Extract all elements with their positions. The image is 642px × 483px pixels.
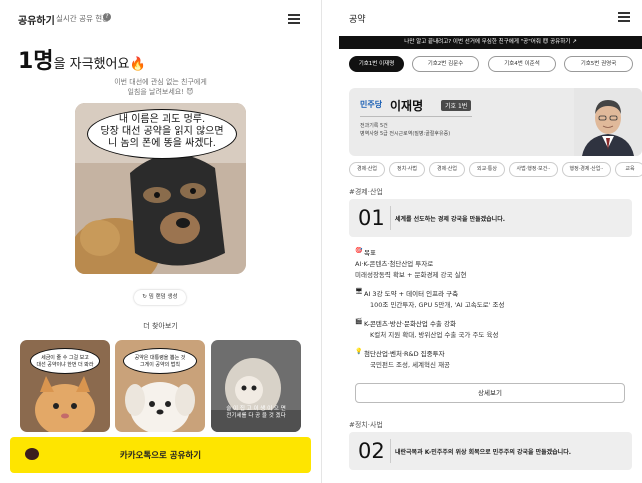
main-meme-image[interactable]: 내 이름은 괴도 멍루. 당장 대선 공약을 읽지 않으면 니 놈의 폰에 똥을… — [75, 103, 246, 274]
category-chip[interactable]: 정치·사법 — [389, 162, 425, 177]
promise-card: 02 내란극복과 K-민주주의 위상 회복으로 민주주의 강국을 만들겠습니다. — [349, 432, 632, 470]
promise-number: 01 — [358, 206, 385, 230]
thumbnail-caption-line: 그게이 공약의 법칙 — [140, 361, 180, 368]
target-icon: 🎯 — [355, 247, 363, 254]
meme-caption-line: 니 놈의 폰에 똥을 싸겠다. — [108, 138, 216, 149]
computer-icon: 🖥 — [355, 288, 363, 295]
share-count: 1명 — [18, 49, 54, 74]
meme-thumbnail-puppy[interactable]: 공약은 대통령을 뽑는 것 그게이 공약의 법칙 — [115, 340, 205, 432]
more-label: 더 찾아보기 — [143, 322, 178, 330]
category-chip[interactable]: 행정·경제·산업·· — [562, 162, 611, 177]
criminal-record: 전과기록 5건 — [360, 123, 388, 129]
share-count-headline: 1명을 자극했어요🔥 — [18, 43, 146, 75]
kakao-share-label: 카카오톡으로 공유하기 — [119, 451, 202, 461]
tab-candidate-4[interactable]: 기호4번 이준석 — [488, 56, 556, 72]
promise-text: 내란극복과 K-민주주의 위상 회복으로 민주주의 강국을 만들겠습니다. — [395, 449, 571, 456]
description-line-1: 이번 대선에 관심 없는 친구에게 — [114, 78, 207, 86]
candidate-number-badge: 기호 1번 — [441, 100, 472, 111]
thumbnail-caption-line: 전기세를 다 공 을 것 겠다 — [226, 413, 286, 419]
candidate-card: 민주당 이재명 기호 1번 전과기록 5건 병역사항 5급 전시근로역(질병:골… — [349, 88, 642, 156]
meme-caption-line: 내 이름은 괴도 멍루. — [118, 114, 206, 125]
promise-text: 세계를 선도하는 경제 강국을 만들겠습니다. — [395, 216, 505, 223]
detail-button[interactable]: 상세보기 — [355, 383, 625, 403]
candidate-name: 이재명 — [390, 99, 424, 113]
page-title: 공유하기 — [18, 16, 55, 27]
info-icon[interactable]: ? — [103, 13, 111, 21]
share-panel: 공유하기 실시간 공유 현황 ? 1명을 자극했어요🔥 이번 대선에 관심 없는… — [0, 0, 321, 483]
military-service: 병역사항 5급 전시근로역(질병:골절후유증) — [360, 131, 451, 137]
share-header: 공유하기 실시간 공유 현황 ? — [0, 0, 321, 36]
menu-icon[interactable] — [618, 12, 630, 22]
category-chip[interactable]: 교육 — [615, 162, 642, 177]
category-chip[interactable]: 경제·산업 — [349, 162, 385, 177]
category-chip[interactable]: 외교·통상 — [469, 162, 505, 177]
clapperboard-icon: 🎬 — [355, 318, 363, 325]
live-share-status: 실시간 공유 현황 — [56, 14, 110, 23]
section-tag: #경제·산업 — [349, 188, 383, 196]
promise-item-title: AI 3강 도약 + 데이터 인프라 구축 — [364, 290, 459, 298]
tab-candidate-5[interactable]: 기호5번 권영국 — [564, 56, 633, 72]
thumbnail-caption: 세금이 줄 수 그걸 보고 대선 공약이냐 한번 더 봐라 — [30, 348, 100, 374]
candidate-portrait — [574, 88, 642, 156]
promise-item-line: 100조 민간투자, GPU 5만개, 'AI 고속도로' 조성 — [370, 301, 505, 309]
category-chip[interactable]: 경제·산업 — [429, 162, 465, 177]
thumbnail-caption-line: 대선 공약이냐 한번 더 봐라 — [36, 361, 94, 368]
fire-icon: 🔥 — [129, 57, 146, 72]
thumbnail-caption: 술 이 집 고 이 생 이 으 면 전기세를 다 공 을 것 겠다 — [215, 406, 297, 420]
thumbnail-caption-line: 세금이 줄 수 그걸 보고 — [41, 355, 89, 361]
promise-number: 02 — [358, 439, 385, 463]
random-meme-button[interactable]: ↻ 밈 랜덤 생성 — [134, 290, 186, 305]
tab-candidate-1[interactable]: 기호1번 이재명 — [349, 56, 404, 72]
share-banner[interactable]: 나만 알고 끝내려고? 이번 선거에 무심한 친구에게 "공"어줘 😈 공유하기… — [339, 36, 642, 49]
thumbnail-caption: 공약은 대통령을 뽑는 것 그게이 공약의 법칙 — [123, 348, 197, 374]
tab-candidate-2[interactable]: 기호2번 김문수 — [412, 56, 479, 72]
lightbulb-icon: 💡 — [355, 348, 363, 355]
meme-caption: 내 이름은 괴도 멍루. 당장 대선 공약을 읽지 않으면 니 놈의 폰에 똥을… — [85, 114, 239, 150]
thumbnail-caption-line: 공약은 대통령을 뽑는 것 — [134, 355, 186, 361]
promise-item-line: AI·K-콘텐츠·첨단산업 투자로 — [355, 260, 434, 268]
promise-separator — [390, 206, 391, 230]
meme-thumbnail-cat[interactable]: 세금이 줄 수 그걸 보고 대선 공약이냐 한번 더 봐라 — [20, 340, 110, 432]
pledges-panel: 공약 나만 알고 끝내려고? 이번 선거에 무심한 친구에게 "공"어줘 😈 공… — [322, 0, 642, 483]
promise-item-line: 미래성장동력 확보 + 문화경제 강국 실현 — [355, 271, 467, 279]
promise-item-title: 첨단산업·벤처·R&D 집중투자 — [364, 350, 445, 358]
thumbnail-caption-line: 술 이 집 고 이 생 이 으 면 — [226, 406, 286, 412]
promise-item-title: 목표 — [364, 249, 376, 257]
promise-separator — [390, 439, 391, 463]
promise-card: 01 세계를 선도하는 경제 강국을 만들겠습니다. — [349, 199, 632, 237]
promise-item-title: K-콘텐츠·방산·문화산업 수출 강화 — [364, 320, 456, 328]
party-logo: 민주당 — [360, 100, 383, 109]
menu-icon[interactable] — [288, 14, 300, 24]
section-tag: #정치·사법 — [349, 421, 383, 429]
candidate-divider — [360, 116, 472, 117]
headline-text: 을 자극했어요 — [53, 57, 130, 72]
pledges-title: 공약 — [349, 15, 366, 25]
kakao-share-button[interactable]: 카카오톡으로 공유하기 — [10, 437, 311, 473]
promise-item-line: K컬처 지원 확대, 방위산업 수출 국가 주도 육성 — [370, 331, 499, 339]
category-chip[interactable]: 사법·행정·보건·· — [509, 162, 558, 177]
promise-item-line: 국민펀드 조성, 세계혁신 재공 — [370, 361, 451, 369]
meme-caption-line: 당장 대선 공약을 읽지 않으면 — [100, 126, 224, 137]
random-meme-label: 밈 랜덤 생성 — [148, 294, 178, 300]
description-line-2: 일침을 날려보세요! 😈 — [127, 88, 194, 96]
meme-thumbnail-hedgehog[interactable]: 술 이 집 고 이 생 이 으 면 전기세를 다 공 을 것 겠다 — [211, 340, 301, 432]
